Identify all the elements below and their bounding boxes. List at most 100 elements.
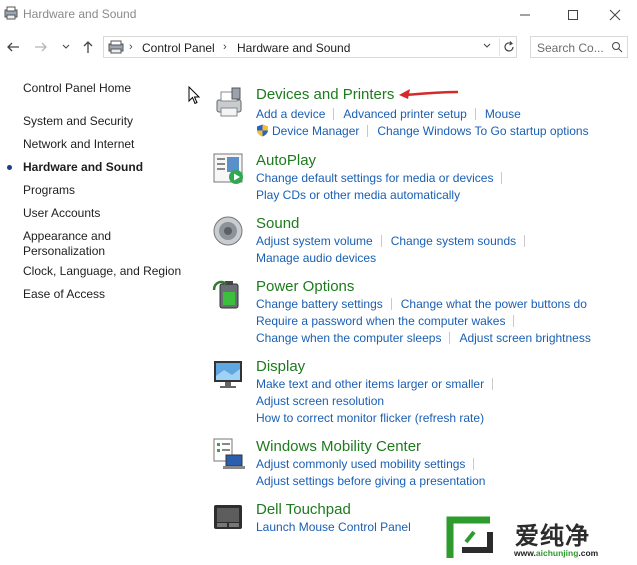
autoplay-icon <box>213 153 243 184</box>
adjust-screen-resolution-link[interactable]: Adjust screen resolution <box>256 394 384 408</box>
monitor-icon <box>214 361 242 388</box>
mouse-link[interactable]: Mouse <box>485 107 521 121</box>
advanced-printer-setup-link[interactable]: Advanced printer setup <box>343 107 466 121</box>
annotation-arrow <box>399 89 459 99</box>
search-input[interactable]: Search Co... <box>530 36 628 58</box>
change-when-computer-sleeps-link[interactable]: Change when the computer sleeps <box>256 331 441 345</box>
title-bar: Hardware and Sound <box>0 0 637 30</box>
nav-hardware-and-sound[interactable]: Hardware and Sound <box>23 160 193 175</box>
sound-title[interactable]: Sound <box>256 215 299 232</box>
up-button[interactable] <box>80 39 96 55</box>
address-bar-row: › Control Panel › Hardware and Sound Sea… <box>0 34 637 60</box>
nav-network-and-internet[interactable]: Network and Internet <box>23 137 193 152</box>
change-default-settings-media-link[interactable]: Change default settings for media or dev… <box>256 171 493 185</box>
maximize-button[interactable] <box>550 0 595 30</box>
refresh-button[interactable] <box>499 38 518 56</box>
watermark-url-main: aichunjing <box>535 548 579 558</box>
monitor-flicker-link[interactable]: How to correct monitor flicker (refresh … <box>256 411 484 425</box>
address-dropdown-button[interactable] <box>482 41 492 54</box>
refresh-icon <box>504 41 514 52</box>
add-a-device-link[interactable]: Add a device <box>256 107 325 121</box>
display-title[interactable]: Display <box>256 358 305 375</box>
link-divider <box>513 315 515 327</box>
devices-and-printers-title[interactable]: Devices and Printers <box>256 86 394 103</box>
back-arrow-icon <box>7 42 19 52</box>
minimize-icon <box>519 14 530 16</box>
link-row: Change battery settings Change what the p… <box>256 297 587 311</box>
manage-audio-devices-link[interactable]: Manage audio devices <box>256 251 376 265</box>
forward-arrow-icon <box>35 42 47 52</box>
change-battery-settings-link[interactable]: Change battery settings <box>256 297 383 311</box>
change-power-buttons-link[interactable]: Change what the power buttons do <box>401 297 587 311</box>
breadcrumb-control-panel[interactable]: Control Panel <box>142 41 215 55</box>
windows-mobility-center-title[interactable]: Windows Mobility Center <box>256 438 421 455</box>
chevron-down-icon <box>62 44 70 49</box>
control-panel-icon <box>4 6 18 20</box>
close-icon <box>609 9 620 21</box>
link-divider <box>390 298 392 310</box>
touchpad-icon <box>214 505 242 529</box>
close-button[interactable] <box>592 0 637 30</box>
speaker-icon <box>213 216 243 246</box>
change-system-sounds-link[interactable]: Change system sounds <box>391 234 516 248</box>
up-arrow-icon <box>83 41 93 53</box>
link-row: Play CDs or other media automatically <box>256 188 460 202</box>
windows-to-go-link[interactable]: Change Windows To Go startup options <box>377 124 588 138</box>
breadcrumb-separator: › <box>129 41 133 53</box>
link-row: Device Manager Change Windows To Go start… <box>256 124 589 138</box>
uac-shield-icon <box>257 124 268 137</box>
link-row: Launch Mouse Control Panel <box>256 520 411 534</box>
link-row: Adjust screen resolution <box>256 394 384 408</box>
active-nav-bullet <box>7 165 12 170</box>
adjust-screen-brightness-link[interactable]: Adjust screen brightness <box>459 331 590 345</box>
launch-mouse-control-panel-link[interactable]: Launch Mouse Control Panel <box>256 520 411 534</box>
adjust-presentation-settings-link[interactable]: Adjust settings before giving a presenta… <box>256 474 485 488</box>
maximize-icon <box>567 10 578 20</box>
link-divider <box>473 458 475 470</box>
link-divider <box>524 235 526 247</box>
make-text-larger-link[interactable]: Make text and other items larger or smal… <box>256 377 484 391</box>
dell-touchpad-title[interactable]: Dell Touchpad <box>256 501 351 518</box>
nav-appearance-and-personalization[interactable]: Appearance and Personalization <box>23 229 123 259</box>
autoplay-title[interactable]: AutoPlay <box>256 152 316 169</box>
link-row: Change default settings for media or dev… <box>256 171 511 185</box>
link-divider <box>380 235 382 247</box>
power-options-title[interactable]: Power Options <box>256 278 354 295</box>
chevron-down-icon <box>483 43 491 48</box>
control-panel-icon <box>108 40 124 54</box>
power-battery-icon <box>212 280 239 309</box>
link-row: Add a device Advanced printer setup Mouse <box>256 107 521 121</box>
link-divider <box>492 378 494 390</box>
recent-locations-button[interactable] <box>58 39 74 55</box>
mouse-pointer-icon <box>188 86 201 105</box>
nav-ease-of-access[interactable]: Ease of Access <box>23 287 193 302</box>
address-field[interactable]: › Control Panel › Hardware and Sound <box>103 36 517 58</box>
mobility-center-icon <box>213 438 245 469</box>
watermark-brand: 爱纯净 <box>515 523 590 550</box>
nav-user-accounts[interactable]: User Accounts <box>23 206 193 221</box>
nav-programs[interactable]: Programs <box>23 183 193 198</box>
device-manager-link[interactable]: Device Manager <box>272 124 359 138</box>
breadcrumb-separator: › <box>223 41 227 53</box>
nav-control-panel-home[interactable]: Control Panel Home <box>23 81 193 96</box>
link-row: Adjust settings before giving a presenta… <box>256 474 485 488</box>
link-row: Require a password when the computer wak… <box>256 314 523 328</box>
adjust-system-volume-link[interactable]: Adjust system volume <box>256 234 373 248</box>
nav-system-and-security[interactable]: System and Security <box>23 114 193 129</box>
forward-button[interactable] <box>33 39 49 55</box>
require-password-on-wake-link[interactable]: Require a password when the computer wak… <box>256 314 505 328</box>
nav-clock-language-region[interactable]: Clock, Language, and Region <box>23 264 193 279</box>
printer-icon <box>216 87 242 117</box>
minimize-button[interactable] <box>502 0 547 30</box>
window-title: Hardware and Sound <box>23 7 137 21</box>
back-button[interactable] <box>5 39 21 55</box>
watermark-url-prefix: www. <box>514 548 536 558</box>
play-cds-automatically-link[interactable]: Play CDs or other media automatically <box>256 188 460 202</box>
search-icon <box>612 42 623 53</box>
link-divider <box>449 332 451 344</box>
link-row: How to correct monitor flicker (refresh … <box>256 411 484 425</box>
search-placeholder: Search Co... <box>537 41 604 55</box>
link-divider <box>367 125 369 137</box>
breadcrumb-hardware-and-sound[interactable]: Hardware and Sound <box>237 41 350 55</box>
adjust-mobility-settings-link[interactable]: Adjust commonly used mobility settings <box>256 457 465 471</box>
